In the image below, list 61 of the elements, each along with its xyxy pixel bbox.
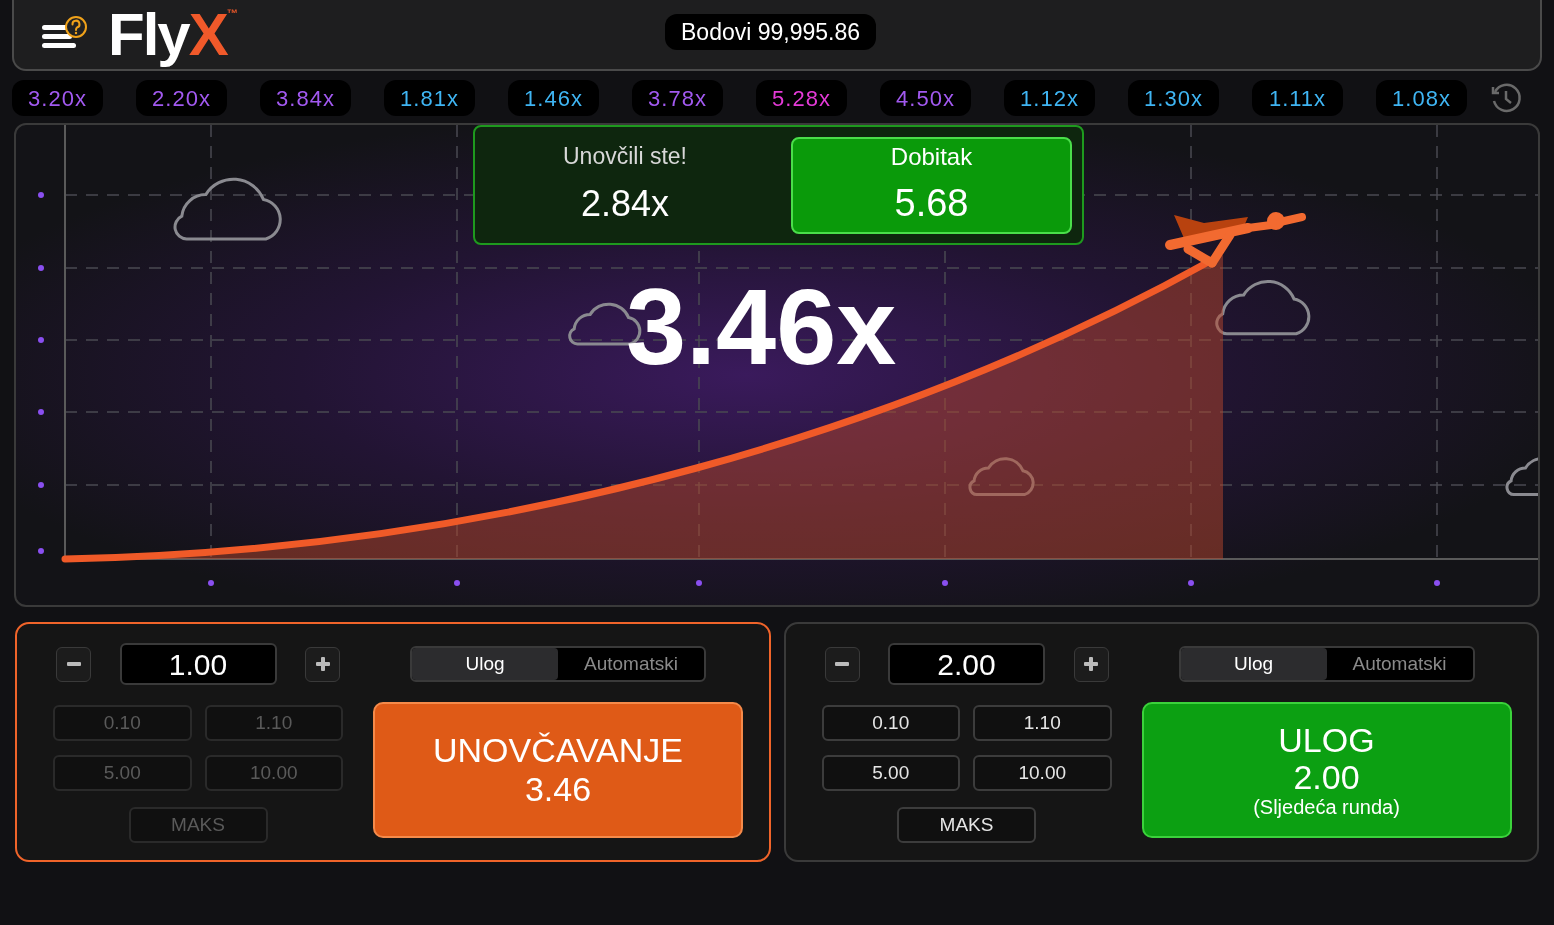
bet-amount: 2.00 [1293,759,1360,797]
mode-tab[interactable]: Ulog [1180,648,1327,680]
max-button[interactable]: MAKS [897,807,1036,843]
cashout-button[interactable]: UNOVČAVANJE 3.46 [373,702,743,838]
minus-icon [835,662,849,666]
bet-amount-field[interactable]: 1.00 [119,643,277,685]
multiplier-chip[interactable]: 4.50x [880,80,971,116]
preset-amount-button[interactable]: 5.00 [821,755,960,791]
preset-amount-button[interactable]: 1.10 [973,705,1112,741]
multiplier-chip[interactable]: 1.30x [1128,80,1219,116]
bet-label: ULOG [1278,721,1375,759]
axis-dot [696,580,702,586]
axis-dot [208,580,214,586]
axis-dot [38,337,44,343]
axis-dot [38,265,44,271]
balance-display: Bodovi 99,995.86 [665,14,877,50]
preset-amount-button[interactable]: 0.10 [821,705,960,741]
multiplier-chip[interactable]: 3.20x [12,80,103,116]
bet-amount-field[interactable]: 2.00 [888,643,1045,685]
multiplier-chip[interactable]: 3.78x [632,80,723,116]
cloud-icon [173,177,282,241]
history-icon[interactable] [1490,82,1522,114]
cloud-icon [1215,279,1311,336]
axis-dot [38,409,44,415]
axis-dot [38,482,44,488]
multiplier-chip[interactable]: 1.11x [1252,80,1343,116]
plus-button[interactable] [1073,646,1109,682]
minus-icon [66,662,81,666]
cashout-amount: 3.46 [524,770,592,810]
mode-tab[interactable]: Automatski [558,648,704,680]
multiplier-chip[interactable]: 1.46x [508,80,599,116]
multiplier-chip[interactable]: 2.20x [136,80,227,116]
popup-title: Unovčili ste! [563,141,687,171]
preset-amount-button[interactable]: 10.00 [973,755,1112,791]
next-round-note: (Sljedeća runda) [1253,796,1400,819]
axis-dot [1434,580,1440,586]
mode-tab[interactable]: Ulog [412,648,558,680]
cloud-icon [1505,457,1538,497]
axis-dot [38,548,44,554]
axis-dot [1188,580,1194,586]
win-amount: 5.68 [894,180,969,226]
popup-multiplier: 2.84x [580,182,670,227]
logo: FlyX™ [108,4,238,65]
axis-dot [942,580,948,586]
minus-button[interactable] [56,646,91,682]
win-label: Dobitak [890,141,973,172]
cloud-icon [968,457,1035,497]
axis-dot [454,580,460,586]
minus-button[interactable] [824,646,860,682]
multiplier-chip[interactable]: 1.81x [384,80,475,116]
axis-dot [38,192,44,198]
cashout-label: UNOVČAVANJE [433,730,683,770]
multiplier-chip[interactable]: 5.28x [756,80,847,116]
plus-icon [315,657,330,671]
mode-tab[interactable]: Automatski [1326,648,1473,680]
current-multiplier: 3.46x [626,273,897,381]
multiplier-chip[interactable]: 1.12x [1004,80,1095,116]
plus-button[interactable] [305,646,340,682]
multiplier-chip[interactable]: 3.84x [260,80,351,116]
multiplier-chip[interactable]: 1.08x [1376,80,1467,116]
plus-icon [1084,657,1098,671]
